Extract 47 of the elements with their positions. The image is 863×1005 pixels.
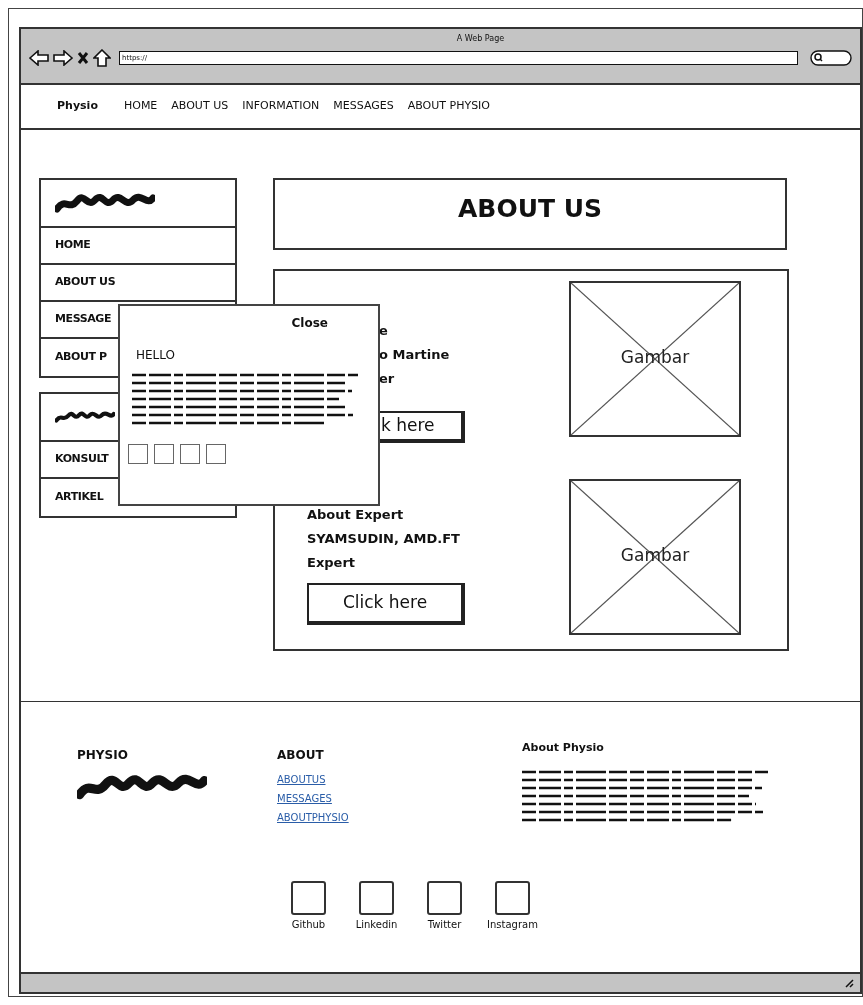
social-label[interactable]: Linkedin	[355, 917, 398, 932]
scribble-logo-icon	[55, 193, 155, 213]
square-icon[interactable]	[128, 444, 148, 464]
forward-icon[interactable]	[53, 50, 73, 66]
social-icon[interactable]	[291, 881, 326, 915]
square-icon[interactable]	[154, 444, 174, 464]
nav-link[interactable]: ABOUT US	[171, 98, 229, 115]
footer-heading: About Physio	[522, 740, 605, 756]
profile-text: e	[379, 322, 389, 340]
social-label[interactable]: Instagram	[487, 917, 538, 932]
sidebar-item[interactable]: ABOUT US	[41, 265, 235, 302]
footer-link[interactable]: ABOUTUS	[277, 770, 326, 789]
resize-grip-icon[interactable]	[844, 978, 854, 988]
footer-brand: PHYSIO	[77, 747, 129, 764]
nav-link[interactable]: ABOUT PHYSIO	[407, 98, 490, 115]
social-icon[interactable]	[495, 881, 530, 915]
window-title: A Web Page	[456, 33, 505, 45]
profile-text: Expert	[307, 554, 356, 572]
square-icon[interactable]	[180, 444, 200, 464]
close-icon[interactable]	[77, 51, 89, 65]
footer-link[interactable]: ABOUTPHYSIO	[277, 808, 349, 827]
sidebar-item[interactable]: HOME	[41, 228, 235, 265]
home-icon[interactable]	[93, 49, 111, 67]
page-title: ABOUT US	[458, 193, 602, 225]
back-icon[interactable]	[29, 50, 49, 66]
navbar-brand[interactable]: Physio	[57, 98, 98, 115]
social-label[interactable]: Twitter	[427, 917, 462, 932]
popup-title: HELLO	[136, 347, 176, 364]
social-icon[interactable]	[427, 881, 462, 915]
profile-text: SYAMSUDIN, AMD.FT	[307, 530, 461, 548]
profile-text: er	[379, 370, 396, 388]
click-here-button[interactable]: k here	[379, 411, 465, 443]
search-icon[interactable]	[810, 50, 852, 66]
scribble-logo-icon	[77, 774, 207, 800]
close-button[interactable]: Close	[291, 314, 328, 332]
nav-link[interactable]: HOME	[123, 98, 158, 115]
profile-text: About Expert	[307, 506, 405, 524]
social-icon[interactable]	[359, 881, 394, 915]
nav-link[interactable]: MESSAGES	[333, 98, 394, 115]
square-icon[interactable]	[206, 444, 226, 464]
profile-text: o Martine	[379, 346, 451, 364]
footer-link[interactable]: MESSAGES	[277, 789, 332, 808]
footer-heading: ABOUT	[277, 747, 325, 764]
social-label[interactable]: Github	[291, 917, 326, 932]
scribble-logo-icon	[55, 411, 115, 423]
click-here-button[interactable]: Click here	[307, 583, 465, 625]
nav-link[interactable]: INFORMATION	[242, 98, 320, 115]
